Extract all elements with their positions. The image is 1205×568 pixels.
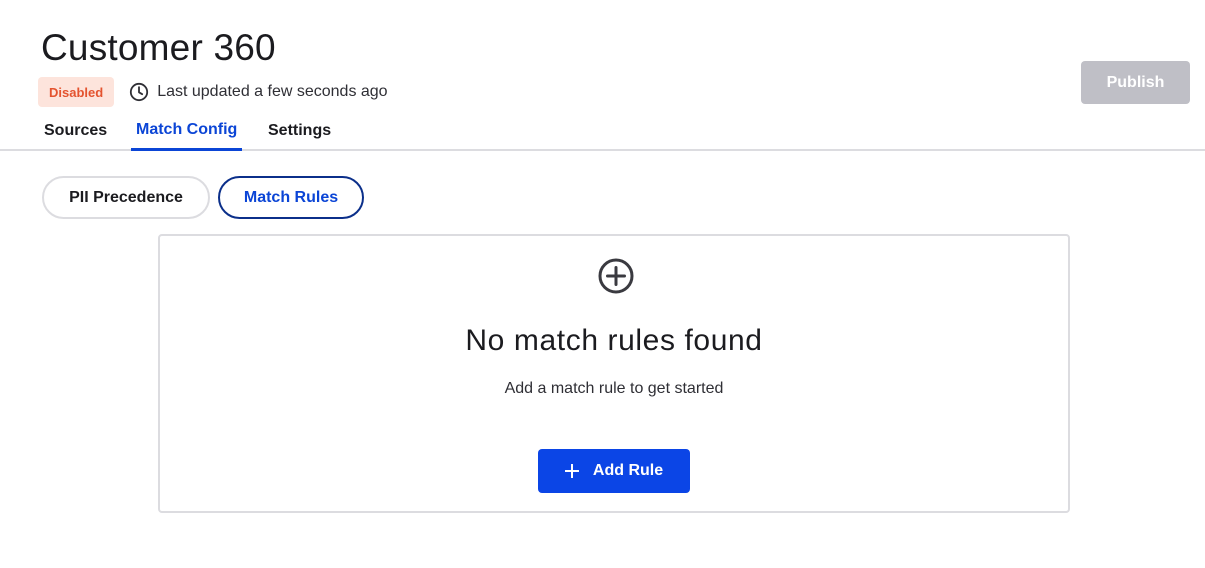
page: Customer 360 Disabled Last updated a few… [0,0,1205,568]
status-row: Disabled Last updated a few seconds ago [38,77,388,107]
empty-state-subtitle: Add a match rule to get started [504,380,724,397]
add-rule-button[interactable]: Add Rule [538,449,690,493]
empty-state-title: No match rules found [465,324,763,357]
status-badge: Disabled [38,77,115,107]
page-title: Customer 360 [41,27,276,68]
subtab-match-rules[interactable]: Match Rules [218,176,364,219]
add-rule-label: Add Rule [592,462,664,479]
subtab-pii-precedence[interactable]: PII Precedence [42,176,210,219]
tab-settings[interactable]: Settings [268,110,331,151]
add-circle-icon[interactable] [597,257,635,295]
clock-icon [129,82,149,102]
tab-sources[interactable]: Sources [44,110,107,151]
main-tabs: Sources Match Config Settings [0,110,1205,151]
empty-state-panel: No match rules found Add a match rule to… [158,234,1070,513]
publish-button[interactable]: Publish [1081,61,1190,104]
last-updated-text: Last updated a few seconds ago [157,83,388,100]
plus-icon [564,464,579,478]
tab-match-config[interactable]: Match Config [131,110,243,151]
